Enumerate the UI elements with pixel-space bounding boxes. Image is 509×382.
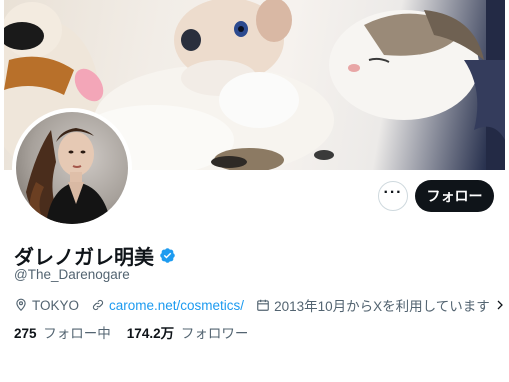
location-text: TOKYO	[32, 297, 80, 313]
more-options-button[interactable]: ···	[378, 181, 408, 211]
profile-name-row: ダレノガレ明美	[14, 241, 176, 270]
followers-count: 174.2万	[126, 326, 175, 341]
link-icon	[91, 298, 105, 312]
followers-link[interactable]: 174.2万 フォロワー	[127, 322, 249, 342]
profile-avatar[interactable]	[12, 108, 132, 228]
profile-page: ··· フォロー ダレノガレ明美 @The_Darenogare TOKYO c…	[0, 0, 509, 382]
joined-item: 2013年10月からXを利用しています	[256, 295, 506, 315]
following-label: フォロー中	[43, 326, 111, 341]
user-handle: @The_Darenogare	[14, 267, 130, 282]
location-pin-icon	[14, 298, 28, 312]
location-item: TOKYO	[14, 298, 79, 313]
joined-date-text: 2013年10月からXを利用しています	[274, 299, 490, 314]
avatar-photo	[16, 112, 128, 224]
follow-button[interactable]: フォロー	[415, 180, 494, 212]
display-name: ダレノガレ明美	[14, 247, 154, 269]
following-count: 275	[14, 326, 37, 341]
follow-stats: 275 フォロー中 174.2万 フォロワー	[14, 322, 248, 342]
website-link[interactable]: carome.net/cosmetics/	[109, 298, 244, 313]
chevron-right-icon[interactable]	[494, 299, 506, 311]
calendar-icon	[256, 298, 270, 312]
followers-label: フォロワー	[180, 326, 249, 341]
profile-meta-row: TOKYO carome.net/cosmetics/ 2013年10月からXを…	[14, 295, 509, 315]
more-options-icon: ···	[383, 184, 403, 201]
avatar-portrait	[26, 128, 111, 224]
website-item[interactable]: carome.net/cosmetics/	[91, 298, 244, 313]
verified-badge-icon[interactable]	[159, 247, 176, 264]
following-link[interactable]: 275 フォロー中	[14, 322, 111, 342]
